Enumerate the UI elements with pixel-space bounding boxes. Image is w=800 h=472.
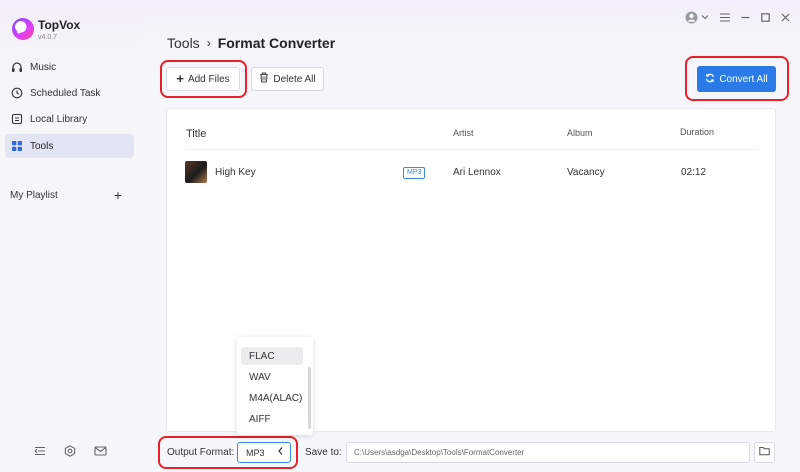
app-logo-icon [12, 18, 34, 40]
sidebar-item-tools[interactable]: Tools [5, 134, 134, 158]
app-name: TopVox [38, 18, 81, 32]
page-title: Format Converter [217, 35, 336, 51]
sidebar-item-music[interactable]: Music [5, 55, 134, 79]
output-format-value: MP3 [246, 447, 265, 458]
my-playlist-label: My Playlist [10, 190, 58, 201]
close-icon[interactable] [781, 10, 790, 24]
format-badge: MP3 [403, 167, 426, 179]
table-header: Title Artist Album Duration [167, 109, 775, 149]
sidebar-item-label: Local Library [30, 113, 88, 125]
column-header-album: Album [567, 128, 593, 138]
sidebar: TopVox v4.0.7 Music Scheduled Task Local… [0, 0, 143, 472]
sidebar-item-label: Music [30, 61, 57, 73]
sidebar-item-label: Scheduled Task [30, 87, 101, 99]
delete-all-button[interactable]: Delete All [251, 67, 324, 91]
breadcrumb-root[interactable]: Tools [167, 35, 200, 51]
app-window: TopVox v4.0.7 Music Scheduled Task Local… [0, 0, 800, 472]
clock-icon [11, 87, 23, 99]
minimize-icon[interactable] [741, 10, 750, 24]
user-avatar-icon[interactable] [685, 10, 698, 24]
browse-folder-button[interactable] [754, 442, 775, 463]
window-controls [685, 10, 790, 24]
output-format-label: Output Format: [167, 447, 235, 458]
convert-all-button[interactable]: Convert All [697, 66, 776, 92]
sidebar-item-label: Tools [30, 140, 54, 152]
column-header-artist: Artist [453, 128, 474, 138]
add-playlist-button[interactable]: + [111, 188, 125, 202]
track-duration: 02:12 [681, 167, 707, 178]
output-format-select[interactable]: MP3 [237, 442, 291, 463]
breadcrumb-separator: › [206, 36, 211, 50]
track-artist: Ari Lennox [453, 167, 501, 178]
refresh-icon [705, 73, 715, 86]
folder-icon [759, 446, 770, 459]
format-option-wav[interactable]: WAV [241, 368, 303, 386]
album-cover-image [185, 161, 207, 183]
track-album: Vacancy [567, 167, 605, 178]
app-version: v4.0.7 [38, 34, 58, 41]
main-area: Tools › Format Converter + Add Files Del… [143, 0, 800, 472]
format-option-flac[interactable]: FLAC [241, 347, 303, 365]
column-header-duration: Duration [680, 127, 715, 137]
column-header-title: Title [186, 128, 207, 140]
settings-icon[interactable] [63, 444, 77, 458]
sidebar-item-local-library[interactable]: Local Library [5, 107, 134, 131]
mail-icon[interactable] [93, 444, 107, 458]
add-files-label: Add Files [187, 73, 230, 85]
headphones-icon [11, 61, 23, 73]
collapse-sidebar-icon[interactable] [33, 444, 47, 458]
maximize-icon[interactable] [761, 10, 770, 24]
format-option-aiff[interactable]: AIFF [241, 410, 303, 428]
dropdown-scrollbar[interactable] [308, 367, 311, 429]
chevron-down-icon[interactable] [701, 10, 709, 24]
grid-icon [11, 140, 23, 152]
sidebar-item-scheduled-task[interactable]: Scheduled Task [5, 81, 134, 105]
save-path-field[interactable]: C:\Users\asdga\Desktop\Tools\FormatConve… [346, 442, 750, 463]
format-dropdown-menu: ····· FLAC WAV M4A(ALAC) AIFF [237, 337, 313, 435]
trash-icon [259, 72, 269, 86]
library-icon [11, 113, 23, 125]
sidebar-footer [33, 444, 107, 458]
table-row[interactable]: High Key MP3 Ari Lennox Vacancy 02:12 [167, 161, 775, 185]
track-title: High Key [215, 167, 256, 178]
convert-all-label: Convert All [719, 73, 768, 85]
add-files-button[interactable]: + Add Files [166, 67, 240, 91]
dropdown-clipped-item: ····· [249, 337, 264, 341]
format-option-m4a-alac[interactable]: M4A(ALAC) [241, 389, 303, 407]
delete-all-label: Delete All [273, 73, 316, 85]
plus-icon: + [176, 71, 184, 86]
breadcrumb: Tools › Format Converter [167, 35, 335, 51]
save-to-label: Save to: [305, 447, 342, 458]
header-divider [185, 149, 759, 150]
chevron-left-icon [277, 446, 284, 459]
menu-icon[interactable] [720, 10, 730, 24]
